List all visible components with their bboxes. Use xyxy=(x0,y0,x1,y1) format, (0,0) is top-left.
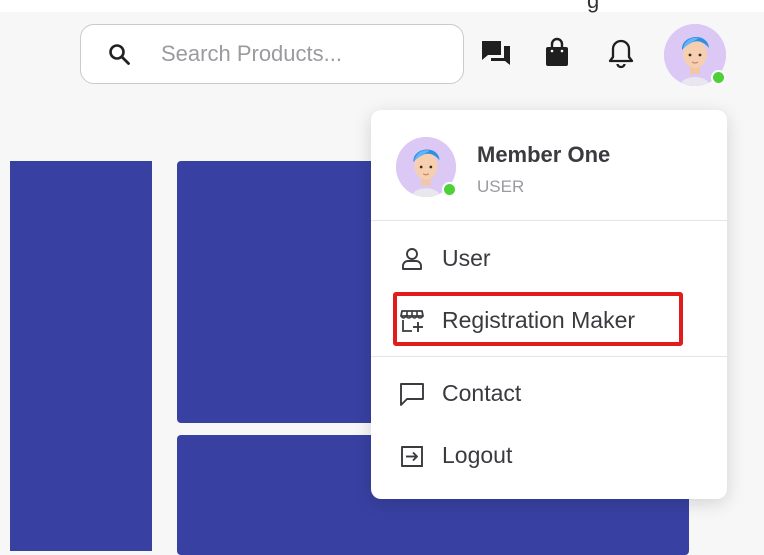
shopping-bag-icon[interactable] xyxy=(540,36,574,70)
menu-item-label: Contact xyxy=(442,380,522,406)
search-icon[interactable] xyxy=(107,42,131,66)
top-strip: g xyxy=(0,0,764,13)
search-bar[interactable] xyxy=(80,24,464,84)
user-role: USER xyxy=(477,177,525,196)
user-name: Member One xyxy=(477,142,611,167)
bell-icon[interactable] xyxy=(604,36,638,70)
logout-icon xyxy=(398,442,426,470)
menu-item-logout[interactable]: Logout xyxy=(371,429,727,483)
user-icon xyxy=(398,245,426,273)
divider xyxy=(371,220,727,221)
menu-user-header: Member One USER xyxy=(371,110,727,220)
partial-text: g xyxy=(587,0,600,13)
menu-avatar xyxy=(396,137,457,197)
divider xyxy=(371,356,727,357)
menu-item-user[interactable]: User xyxy=(371,232,727,286)
content-tile xyxy=(177,161,377,423)
menu-item-contact[interactable]: Contact xyxy=(371,367,727,421)
header-avatar[interactable] xyxy=(664,24,726,86)
menu-item-label: Logout xyxy=(442,442,513,468)
online-status-dot xyxy=(711,70,726,85)
chat-icon[interactable] xyxy=(479,36,513,70)
menu-item-label: User xyxy=(442,245,491,271)
content-tile xyxy=(10,161,152,551)
search-input[interactable] xyxy=(159,40,453,68)
message-square-icon xyxy=(398,380,426,408)
online-status-dot xyxy=(442,182,457,197)
highlight-annotation xyxy=(393,292,683,346)
